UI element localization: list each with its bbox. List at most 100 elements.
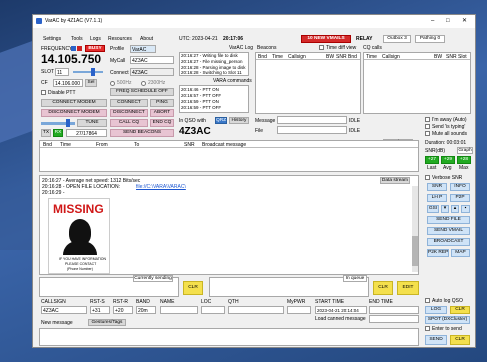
col-header: Callsign — [288, 54, 306, 60]
history-button[interactable]: History — [229, 117, 249, 124]
vmail-badge[interactable]: 10 NEW VMAILS — [301, 35, 351, 43]
snr-max-label: Max — [459, 165, 469, 171]
send-beacons-button[interactable]: SEND BEACONS — [110, 129, 174, 137]
settings-icon[interactable]: ▪ — [461, 205, 470, 213]
menu-about[interactable]: About — [140, 37, 153, 42]
file-link[interactable]: file://C:\VARA\VARAC\ — [136, 185, 186, 190]
data-stream-button[interactable]: Data stream — [380, 177, 410, 184]
send-vmail-button[interactable]: SEND VMAIL — [427, 227, 470, 235]
p2p-button[interactable]: P2P — [450, 194, 470, 202]
log-line: 20:16:27 - File missing_person — [181, 59, 243, 64]
varac-log-list: 20:16:27 - Writing file to disk 20:16:27… — [179, 52, 249, 76]
disable-ptt-checkbox[interactable] — [41, 90, 46, 95]
bw2300-radio[interactable] — [141, 81, 146, 86]
qrz-button[interactable]: QRZ — [215, 117, 227, 124]
new-message-input[interactable] — [39, 328, 419, 346]
disconnect-button[interactable]: DISCONNECT — [110, 109, 148, 117]
counter: 27/17864 — [66, 129, 107, 137]
lhp-button[interactable]: LH P — [427, 194, 447, 202]
cf-input[interactable]: 14.106.000 — [53, 79, 83, 87]
clr-button[interactable]: CLR — [183, 281, 203, 295]
up-arrow-icon[interactable]: ▴ — [451, 205, 459, 213]
connect-modem-button[interactable]: CONNECT MODEM — [41, 99, 107, 107]
mycall-input[interactable]: 4Z3AC — [130, 56, 174, 64]
send-button[interactable]: SEND — [425, 335, 447, 345]
enter-send-label: Enter to send — [432, 326, 462, 332]
disconnect-modem-button[interactable]: DISCONNECT MODEM — [41, 109, 107, 117]
snr-button[interactable]: SNR — [427, 183, 447, 191]
freq-schedule-button[interactable]: FREQ SCHEDULE OFF — [110, 88, 174, 96]
graph-button[interactable]: Graph — [457, 147, 473, 154]
loc-input[interactable] — [201, 306, 225, 314]
clr-queue-button[interactable]: CLR — [373, 281, 393, 295]
spot-button[interactable]: SPOT (DXCluster) — [425, 316, 470, 324]
edit-button[interactable]: EDIT — [397, 281, 419, 295]
time-diff-label: Time diff view — [326, 45, 357, 51]
tune-button[interactable]: TUNE — [77, 119, 107, 127]
connect-input[interactable]: 4Z3AC — [130, 68, 174, 76]
currently-sending-label: Currently sending — [133, 275, 173, 282]
scrollbar-thumb[interactable] — [412, 236, 418, 266]
qth-input[interactable] — [228, 306, 284, 314]
snr-avg-label: Avg — [443, 165, 452, 171]
cq-calls-label: CQ calls — [363, 45, 382, 51]
end-time-input[interactable] — [369, 306, 419, 314]
slot-label: SLOT — [41, 69, 55, 75]
start-time-input[interactable]: 2023-04-21 20:14:04 — [315, 306, 367, 314]
canned-message-select[interactable] — [369, 315, 419, 323]
connect-button[interactable]: CONNECT — [110, 99, 148, 107]
time-diff-checkbox[interactable] — [319, 45, 324, 50]
verbose-snr-checkbox[interactable] — [425, 175, 430, 180]
profile-select[interactable]: VarAC — [130, 45, 156, 53]
callsign-input[interactable]: 4Z3AC — [41, 306, 87, 314]
ping-button[interactable]: PING — [150, 99, 174, 107]
chat-area[interactable]: Data stream 20:16:27 - Average net speed… — [39, 175, 419, 275]
slider-handle[interactable] — [91, 68, 95, 76]
abort-button[interactable]: ABORT — [150, 109, 174, 117]
maximize-icon[interactable]: □ — [446, 18, 450, 24]
menu-resources[interactable]: Resources — [108, 37, 132, 42]
frequency-display[interactable]: 14.105.750 — [41, 53, 101, 65]
band-select[interactable]: 20m — [136, 306, 156, 314]
gestures-button[interactable]: Gestures/Tags — [88, 319, 126, 326]
slider-handle[interactable] — [66, 119, 70, 127]
call-cq-button[interactable]: CALL CQ — [110, 119, 148, 127]
start-time-label: START TIME — [315, 299, 345, 305]
menu-tools[interactable]: Tools — [71, 37, 83, 42]
away-checkbox[interactable] — [425, 117, 430, 122]
chat-timestamp: 20:16:29 - — [42, 190, 65, 196]
bw500-radio[interactable] — [110, 81, 115, 86]
slot-slider[interactable] — [73, 71, 103, 73]
clr-message-button[interactable]: CLR — [450, 335, 470, 345]
menu-settings[interactable]: Settings — [43, 37, 61, 42]
p2k-rep-button[interactable]: P2K REP — [427, 249, 449, 257]
name-input[interactable] — [160, 306, 198, 314]
map-button[interactable]: MAP — [451, 249, 470, 257]
send-typing-checkbox[interactable] — [425, 124, 430, 129]
minimize-icon[interactable]: – — [431, 18, 434, 24]
dropdown-icon[interactable]: ▾ — [441, 205, 449, 213]
outbox-button[interactable]: Outbox 3 — [383, 35, 411, 43]
log-button[interactable]: LOG — [425, 306, 447, 314]
info-button[interactable]: INFO — [450, 183, 470, 191]
sel-button[interactable]: Sel — [85, 79, 97, 87]
varac-log-label: VarAC Log — [229, 45, 254, 51]
rstr-select[interactable]: +20 — [113, 306, 133, 314]
enter-send-checkbox[interactable] — [425, 326, 430, 331]
beacons-label: Beacons — [257, 45, 277, 51]
pathing-button[interactable]: Pathing 0 — [415, 35, 445, 43]
mute-checkbox[interactable] — [425, 131, 430, 136]
mypwr-input[interactable] — [287, 306, 311, 314]
auto-log-label: Auto log QSO — [432, 298, 463, 304]
send-file-button[interactable]: SEND FILE — [427, 216, 470, 224]
utc-date: UTC: 2023-04-21 — [179, 36, 218, 42]
broadcast-button[interactable]: BROADCAST — [427, 238, 470, 246]
gsi-button[interactable]: GSI — [427, 205, 439, 213]
rsts-select[interactable]: +31 — [90, 306, 110, 314]
auto-log-checkbox[interactable] — [425, 298, 430, 303]
clr-log-button[interactable]: CLR — [450, 306, 470, 314]
end-cq-button[interactable]: END CQ — [150, 119, 174, 127]
menu-logs[interactable]: Logs — [90, 37, 101, 42]
close-icon[interactable]: ✕ — [462, 18, 467, 24]
slot-select[interactable]: 11 — [55, 68, 69, 76]
